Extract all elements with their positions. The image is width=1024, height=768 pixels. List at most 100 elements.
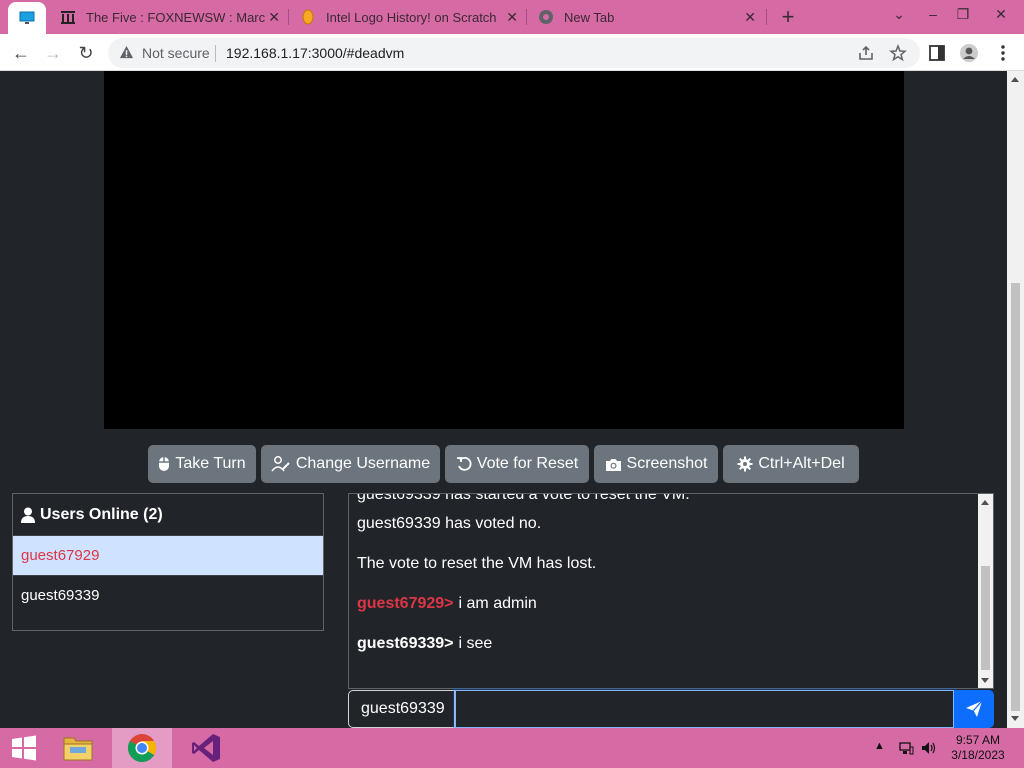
clock-time: 9:57 AM xyxy=(955,733,1001,747)
send-button[interactable] xyxy=(954,690,994,728)
start-icon xyxy=(12,735,36,761)
users-online-panel: Users Online (2) guest67929 guest69339 xyxy=(12,493,324,631)
chat-message: guest67929> i am admin xyxy=(349,584,979,624)
camera-icon xyxy=(605,458,621,471)
file-explorer-button[interactable] xyxy=(48,728,108,768)
network-icon[interactable] xyxy=(898,740,914,756)
tab-new-tab[interactable]: New Tab ✕ xyxy=(528,0,766,34)
chat-input-group: guest69339 xyxy=(348,690,994,728)
chrome-icon xyxy=(128,734,156,762)
clock-date: 3/18/2023 xyxy=(951,748,1005,762)
tab-title: The Five : FOXNEWSW : March 1 xyxy=(86,9,266,25)
user-list-item[interactable]: guest67929 xyxy=(13,535,323,575)
screenshot-label: Screenshot xyxy=(626,455,708,472)
monitor-icon xyxy=(19,11,35,24)
scroll-up-arrow-icon[interactable] xyxy=(981,500,989,505)
undo-icon xyxy=(456,456,472,471)
change-username-button[interactable]: Change Username xyxy=(261,445,440,483)
user-list-item[interactable]: guest69339 xyxy=(13,575,323,615)
message-username: guest67929> xyxy=(357,595,454,612)
user-edit-icon xyxy=(271,456,290,472)
scroll-down-arrow-icon[interactable] xyxy=(1011,716,1019,721)
back-icon[interactable]: ← xyxy=(8,40,34,66)
chat-messages: guest69339 has started a vote to reset t… xyxy=(349,493,979,664)
tab-close-icon[interactable]: ✕ xyxy=(744,9,756,26)
message-text: i am admin xyxy=(458,595,537,612)
scroll-down-arrow-icon[interactable] xyxy=(981,678,989,683)
tab-separator xyxy=(766,9,767,25)
chrome-taskbar-button[interactable] xyxy=(112,728,172,768)
bookmark-star-icon[interactable] xyxy=(889,44,907,62)
users-online-header: Users Online (2) xyxy=(13,494,323,535)
share-icon[interactable] xyxy=(857,44,875,62)
new-tab-button[interactable]: + xyxy=(776,4,800,30)
side-panel-icon[interactable] xyxy=(927,43,947,63)
tab-separator xyxy=(526,9,527,25)
system-clock[interactable]: 9:57 AM 3/18/2023 xyxy=(946,733,1010,763)
tab-title: Intel Logo History! on Scratch xyxy=(326,9,497,25)
scroll-up-arrow-icon[interactable] xyxy=(1011,77,1019,82)
chrome-icon xyxy=(539,10,553,24)
volume-icon[interactable] xyxy=(920,740,936,756)
tab-close-icon[interactable]: ✕ xyxy=(268,9,280,26)
windows-taskbar: ▲ 9:57 AM 3/18/2023 xyxy=(0,728,1024,768)
browser-toolbar: ← → ↻ Not secure 192.168.1.17:3000/#dead… xyxy=(0,34,1024,71)
active-tab[interactable] xyxy=(8,2,46,34)
gear-icon xyxy=(737,456,753,472)
archive-icon xyxy=(61,11,75,24)
security-label[interactable]: Not secure xyxy=(142,45,210,61)
browser-tabstrip: The Five : FOXNEWSW : March 1 ✕ Intel Lo… xyxy=(0,0,1024,34)
message-username: guest69339> xyxy=(357,635,454,652)
chat-message: guest69339 has voted no. xyxy=(349,504,979,544)
users-online-title: Users Online (2) xyxy=(40,505,163,523)
change-username-label: Change Username xyxy=(295,455,431,472)
restore-icon[interactable]: ❐ xyxy=(946,0,980,28)
tab-foxnews[interactable]: The Five : FOXNEWSW : March 1 ✕ xyxy=(50,0,290,34)
message-text: guest69339 has started a vote to reset t… xyxy=(357,493,690,503)
tab-close-icon[interactable]: ✕ xyxy=(506,9,518,26)
forward-icon[interactable]: → xyxy=(40,40,66,66)
vote-for-reset-button[interactable]: Vote for Reset xyxy=(445,445,589,483)
close-window-icon[interactable]: ✕ xyxy=(984,0,1018,28)
message-text: guest69339 has voted no. xyxy=(357,515,542,532)
tab-scratch[interactable]: Intel Logo History! on Scratch ✕ xyxy=(290,0,528,34)
user-name: guest67929 xyxy=(21,547,100,564)
kebab-menu-icon[interactable] xyxy=(993,43,1013,63)
minimize-icon[interactable]: – xyxy=(916,0,950,28)
chat-scrollbar-thumb[interactable] xyxy=(981,566,990,670)
visual-studio-icon xyxy=(192,734,220,762)
address-bar[interactable]: Not secure 192.168.1.17:3000/#deadvm xyxy=(108,38,920,68)
chat-username-label: guest69339 xyxy=(348,690,455,728)
show-hidden-icons-icon[interactable]: ▲ xyxy=(874,740,890,756)
profile-avatar-icon[interactable] xyxy=(959,43,979,63)
url-text[interactable]: 192.168.1.17:3000/#deadvm xyxy=(226,45,404,61)
user-name: guest69339 xyxy=(21,587,100,604)
take-turn-button[interactable]: Take Turn xyxy=(148,445,256,483)
screenshot-button[interactable]: Screenshot xyxy=(594,445,718,483)
chat-message: guest69339 has started a vote to reset t… xyxy=(349,493,979,504)
visual-studio-button[interactable] xyxy=(176,728,236,768)
reload-icon[interactable]: ↻ xyxy=(73,40,99,66)
omnibox-divider xyxy=(215,45,216,62)
file-explorer-icon xyxy=(63,737,93,761)
page-scrollbar-thumb[interactable] xyxy=(1011,283,1020,711)
take-turn-label: Take Turn xyxy=(175,455,246,472)
page-scrollbar[interactable] xyxy=(1007,71,1024,728)
scratch-icon xyxy=(302,9,314,25)
tab-search-icon[interactable]: ⌄ xyxy=(882,0,916,28)
ctrl-alt-del-label: Ctrl+Alt+Del xyxy=(758,455,845,472)
tab-title: New Tab xyxy=(564,9,615,25)
chat-message: The vote to reset the VM has lost. xyxy=(349,544,979,584)
chat-input[interactable] xyxy=(455,690,954,728)
chat-message: guest69339> i see xyxy=(349,624,979,664)
message-text: i see xyxy=(458,635,493,652)
user-icon xyxy=(21,507,35,523)
start-button[interactable] xyxy=(0,728,48,768)
ctrl-alt-del-button[interactable]: Ctrl+Alt+Del xyxy=(723,445,859,483)
paper-plane-icon xyxy=(966,700,983,717)
vm-display[interactable] xyxy=(104,71,904,429)
chat-panel[interactable]: guest69339 has started a vote to reset t… xyxy=(348,493,994,689)
chat-scrollbar[interactable] xyxy=(978,494,993,688)
mouse-icon xyxy=(159,457,170,471)
warning-icon[interactable] xyxy=(119,45,134,60)
